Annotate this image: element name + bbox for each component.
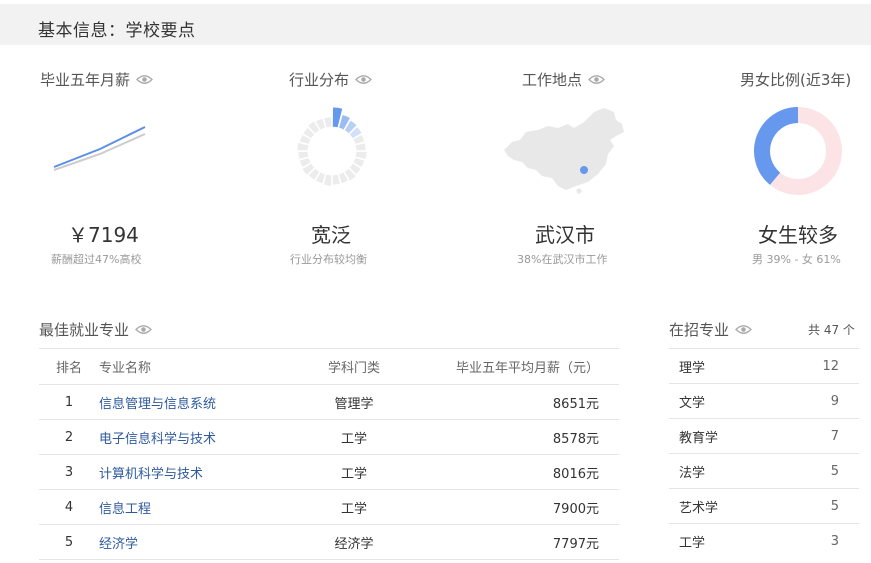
header-salary: 毕业五年平均月薪（元） bbox=[409, 348, 619, 385]
enrollment-category: 艺术学 bbox=[669, 488, 778, 524]
page-title: 基本信息：学校要点 bbox=[38, 21, 196, 41]
best-majors-title-text: 最佳就业专业 bbox=[39, 321, 130, 339]
salary-trend-chart bbox=[53, 126, 146, 171]
salary-stat-title-text: 毕业五年月薪 bbox=[40, 71, 131, 89]
industry-stat-title: 行业分布 bbox=[289, 69, 372, 90]
best-majors-table: 排名 专业名称 学科门类 毕业五年平均月薪（元） 1 信息管理与信息系统 管理学… bbox=[39, 348, 619, 560]
gender-ratio-chart bbox=[754, 107, 842, 195]
china-map-shape bbox=[504, 108, 624, 190]
enrollment-category-count: 5 bbox=[777, 488, 859, 524]
rank-cell: 5 bbox=[39, 524, 99, 560]
gender-stat-title: 男女比例(近3年) bbox=[740, 69, 851, 90]
eye-icon[interactable] bbox=[136, 74, 153, 85]
category-cell: 经济学 bbox=[299, 524, 409, 560]
table-row: 4 信息工程 工学 7900元 bbox=[39, 489, 619, 525]
table-row: 1 信息管理与信息系统 管理学 8651元 bbox=[39, 384, 619, 420]
enrollment-category: 法学 bbox=[669, 453, 778, 489]
category-cell: 管理学 bbox=[299, 384, 409, 420]
list-item[interactable]: 工学 3 bbox=[669, 523, 859, 559]
industry-stat-title-text: 行业分布 bbox=[289, 71, 350, 89]
header-category: 学科门类 bbox=[299, 348, 409, 385]
gender-male-arc bbox=[754, 107, 799, 185]
table-row: 3 计算机科学与技术 工学 8016元 bbox=[39, 454, 619, 490]
salary-note: 薪酬超过47%高校 bbox=[51, 253, 142, 266]
location-stat-title-text: 工作地点 bbox=[522, 71, 583, 89]
industry-distribution-chart bbox=[296, 106, 368, 187]
table-row: 5 经济学 经济学 7797元 bbox=[39, 524, 619, 560]
china-map bbox=[504, 108, 624, 194]
table-header-row: 排名 专业名称 学科门类 毕业五年平均月薪（元） bbox=[39, 348, 619, 385]
header-rank: 排名 bbox=[39, 348, 99, 385]
industry-note: 行业分布较均衡 bbox=[290, 253, 367, 266]
location-stat-title: 工作地点 bbox=[522, 69, 605, 90]
salary-cell: 8578元 bbox=[409, 419, 619, 455]
list-item[interactable]: 教育学 7 bbox=[669, 418, 859, 454]
enrollment-category: 理学 bbox=[669, 348, 778, 384]
enrollment-category-count: 12 bbox=[777, 348, 859, 384]
rank-cell: 2 bbox=[39, 419, 99, 455]
header-bar: 基本信息：学校要点 bbox=[0, 4, 871, 45]
table-row: 2 电子信息科学与技术 工学 8578元 bbox=[39, 419, 619, 455]
list-item[interactable]: 文学 9 bbox=[669, 383, 859, 419]
major-link[interactable]: 电子信息科学与技术 bbox=[99, 432, 216, 447]
enrollment-count: 共 47 个 bbox=[808, 323, 855, 337]
enrollment-category-count: 5 bbox=[777, 453, 859, 489]
wuhan-location-marker bbox=[580, 166, 588, 174]
salary-cell: 7797元 bbox=[409, 524, 619, 560]
enrollment-category: 文学 bbox=[669, 383, 778, 419]
location-value: 武汉市 bbox=[535, 223, 595, 247]
salary-cell: 7900元 bbox=[409, 489, 619, 525]
enrollment-table: 理学 12 文学 9 教育学 7 法学 5 艺术学 5 工学 3 bbox=[669, 348, 859, 559]
enrollment-category-count: 7 bbox=[777, 418, 859, 454]
category-cell: 工学 bbox=[299, 419, 409, 455]
eye-icon[interactable] bbox=[588, 74, 605, 85]
enrollment-category-count: 3 bbox=[777, 523, 859, 559]
china-map-island bbox=[576, 188, 582, 194]
salary-trend-blue-line bbox=[53, 126, 146, 168]
category-cell: 工学 bbox=[299, 454, 409, 490]
major-link[interactable]: 信息管理与信息系统 bbox=[99, 397, 216, 412]
location-note: 38%在武汉市工作 bbox=[517, 253, 608, 266]
list-item[interactable]: 理学 12 bbox=[669, 348, 859, 384]
salary-value: ￥7194 bbox=[68, 223, 139, 247]
major-link[interactable]: 信息工程 bbox=[99, 502, 151, 517]
rank-cell: 1 bbox=[39, 384, 99, 420]
enrollment-category: 教育学 bbox=[669, 418, 778, 454]
rank-cell: 4 bbox=[39, 489, 99, 525]
eye-icon[interactable] bbox=[735, 324, 752, 335]
eye-icon[interactable] bbox=[355, 74, 372, 85]
gender-note: 男 39% - 女 61% bbox=[752, 253, 841, 266]
gender-value: 女生较多 bbox=[758, 223, 838, 247]
industry-value: 宽泛 bbox=[311, 223, 351, 247]
enrollment-title: 在招专业 bbox=[669, 319, 752, 340]
list-item[interactable]: 法学 5 bbox=[669, 453, 859, 489]
best-majors-title: 最佳就业专业 bbox=[39, 319, 152, 340]
salary-stat-title: 毕业五年月薪 bbox=[40, 69, 153, 90]
salary-trend-gray-line bbox=[53, 133, 146, 171]
enrollment-category: 工学 bbox=[669, 523, 778, 559]
gender-stat-title-text: 男女比例(近3年) bbox=[740, 71, 852, 89]
category-cell: 工学 bbox=[299, 489, 409, 525]
enrollment-category-count: 9 bbox=[777, 383, 859, 419]
salary-cell: 8016元 bbox=[409, 454, 619, 490]
header-major-name: 专业名称 bbox=[99, 348, 299, 385]
salary-cell: 8651元 bbox=[409, 384, 619, 420]
eye-icon[interactable] bbox=[135, 324, 152, 335]
major-link[interactable]: 计算机科学与技术 bbox=[99, 467, 203, 482]
major-link[interactable]: 经济学 bbox=[99, 537, 138, 552]
enrollment-title-text: 在招专业 bbox=[669, 321, 730, 339]
list-item[interactable]: 艺术学 5 bbox=[669, 488, 859, 524]
rank-cell: 3 bbox=[39, 454, 99, 490]
industry-segments bbox=[296, 106, 368, 187]
